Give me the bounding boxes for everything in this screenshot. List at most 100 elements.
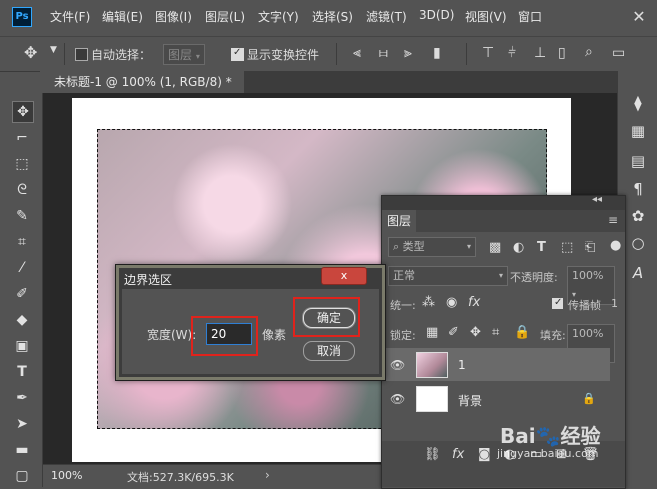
border-selection-dialog: 边界选区 x 宽度(W): 20 像素 确定 取消: [115, 264, 386, 381]
show-transform-checkbox[interactable]: [231, 47, 244, 61]
propagate-label: 传播帧: [568, 299, 601, 312]
menu-3d[interactable]: 3D(D): [419, 8, 454, 22]
move-tool-icon[interactable]: ✥: [12, 101, 34, 123]
dialog-close-button[interactable]: x: [321, 267, 367, 285]
menu-file[interactable]: 文件(F): [50, 8, 90, 25]
document-tab[interactable]: 未标题-1 @ 100% (1, RGB/8) * ×: [40, 71, 244, 111]
glyphs-icon[interactable]: ○: [628, 233, 648, 253]
unify-visibility-icon[interactable]: ◉: [446, 296, 457, 310]
layer-name[interactable]: 背景: [458, 392, 482, 409]
propagate-checkbox[interactable]: [552, 297, 563, 309]
menu-select[interactable]: 选择(S): [312, 8, 353, 25]
eye-icon[interactable]: 👁: [390, 358, 405, 372]
gradient-tool-icon[interactable]: ▣: [12, 336, 32, 356]
collapse-icon[interactable]: ◂◂: [592, 194, 602, 205]
eye-icon[interactable]: 👁: [390, 392, 405, 406]
add-mask-icon[interactable]: ◙: [478, 448, 491, 462]
lock-transparent-icon[interactable]: ▦: [426, 326, 438, 340]
zoom-level[interactable]: 100%: [51, 469, 93, 483]
workspace-icon[interactable]: ▭: [612, 45, 625, 61]
grid-icon[interactable]: ▦: [628, 121, 648, 141]
layer-name[interactable]: 1: [458, 358, 466, 372]
options-bar: ✥ ▼ 自动选择： 图层 ▾ 显示变换控件 ⫷ ⧦ ⫸ ▮ ⊤ ⫩ ⊥ ▯ ⌕ …: [0, 36, 657, 72]
divider: [336, 43, 337, 65]
swatches-icon[interactable]: ✿: [628, 206, 648, 226]
menu-bar: Ps 文件(F) 编辑(E) 图像(I) 图层(L) 文字(Y) 选择(S) 滤…: [0, 0, 657, 33]
menu-view[interactable]: 视图(V): [465, 8, 507, 25]
search-icon: ⌕: [393, 240, 400, 253]
menu-window[interactable]: 窗口: [518, 8, 542, 25]
auto-select-checkbox[interactable]: [75, 48, 88, 61]
auto-select-target-dropdown[interactable]: 图层 ▾: [163, 44, 205, 65]
distribute-horizontal-icon[interactable]: ▮: [433, 45, 441, 61]
distribute-vertical-icon[interactable]: ▯: [558, 45, 566, 61]
dialog-title: 边界选区: [124, 273, 173, 287]
menu-type[interactable]: 文字(Y): [258, 8, 299, 25]
type-filter-icon[interactable]: T: [537, 241, 546, 255]
filter-kind-dropdown[interactable]: ⌕ 类型 ▾: [388, 237, 476, 257]
layer-row-background[interactable]: 👁 背景 🔒: [382, 382, 610, 415]
pen-tool-icon[interactable]: ✒: [12, 388, 32, 408]
eyedropper-tool-icon[interactable]: ⁄: [12, 258, 32, 278]
adjustment-filter-icon[interactable]: ◐: [513, 241, 524, 255]
shape-filter-icon[interactable]: ⬚: [561, 241, 573, 255]
layer-style-icon[interactable]: fx: [452, 448, 464, 462]
lock-artboard-icon[interactable]: ⌗: [492, 326, 499, 340]
eraser-tool-icon[interactable]: ◆: [12, 310, 32, 330]
lock-pixels-icon[interactable]: ✐: [448, 326, 459, 340]
lock-position-icon[interactable]: ✥: [470, 326, 481, 340]
quick-select-tool-icon[interactable]: ✎: [12, 206, 32, 226]
menu-filter[interactable]: 滤镜(T): [366, 8, 407, 25]
unify-style-icon[interactable]: fx: [468, 296, 480, 310]
shape-tool-icon[interactable]: ▬: [12, 440, 32, 460]
unify-position-icon[interactable]: ⁂: [422, 296, 435, 310]
marquee-tool-icon[interactable]: ⬚: [12, 154, 32, 174]
brush-tool-icon[interactable]: ✐: [12, 284, 32, 304]
cancel-button[interactable]: 取消: [303, 341, 355, 361]
document-size: 文档:527.3K/695.3K: [127, 471, 234, 484]
blend-mode-dropdown[interactable]: 正常 ▾: [388, 266, 508, 286]
layers-tab[interactable]: 图层: [382, 210, 416, 232]
status-menu-arrow-icon[interactable]: ›: [265, 468, 270, 482]
align-top-icon[interactable]: ⊤: [482, 45, 494, 61]
path-select-tool-icon[interactable]: ➤: [12, 414, 32, 434]
search-icon[interactable]: ⌕: [585, 44, 593, 60]
crop-tool-icon[interactable]: ⌗: [12, 232, 32, 252]
fill-value: 100%: [572, 327, 604, 340]
type-tool-icon[interactable]: T: [12, 362, 32, 382]
pixel-filter-icon[interactable]: ▩: [489, 241, 501, 255]
align-right-icon[interactable]: ⫸: [404, 45, 412, 61]
chevron-down-icon[interactable]: ▼: [50, 45, 57, 55]
show-transform-label: 显示变换控件: [247, 48, 320, 62]
menu-layer[interactable]: 图层(L): [205, 8, 245, 25]
align-middle-icon[interactable]: ⫩: [508, 45, 516, 61]
close-icon[interactable]: ✕: [627, 6, 651, 28]
properties-icon[interactable]: ▤: [628, 151, 648, 171]
menu-edit[interactable]: 编辑(E): [102, 8, 143, 25]
paragraph-icon[interactable]: ¶: [628, 179, 648, 199]
menu-image[interactable]: 图像(I): [155, 8, 192, 25]
lock-label: 锁定:: [390, 329, 416, 342]
character-icon[interactable]: A: [628, 263, 648, 283]
tools-panel: ✥ ⌐ ⬚ ᘓ ✎ ⌗ ⁄ ✐ ◆ ▣ T ✒ ➤ ▬ ▢: [0, 93, 43, 487]
align-center-icon[interactable]: ⧦: [379, 45, 388, 61]
lock-all-icon[interactable]: 🔒: [514, 326, 530, 340]
hand-tool-icon[interactable]: ▢: [12, 466, 32, 486]
artboard-tool-icon[interactable]: ⌐: [12, 128, 32, 148]
auto-select-label: 自动选择：: [91, 48, 152, 62]
opacity-label: 不透明度:: [510, 271, 558, 284]
watermark-url: jingyan.baidu.com: [497, 447, 599, 460]
layer-row-1[interactable]: 👁 1: [382, 348, 610, 381]
align-left-icon[interactable]: ⫷: [353, 45, 361, 61]
layer-thumbnail: [416, 386, 448, 412]
smart-object-filter-icon[interactable]: ⎗: [585, 241, 595, 255]
filter-toggle-icon[interactable]: ●: [610, 239, 621, 253]
link-layers-icon[interactable]: ⛓: [424, 448, 441, 462]
align-bottom-icon[interactable]: ⊥: [534, 45, 546, 61]
divider: [466, 43, 467, 65]
move-tool-icon[interactable]: ✥: [24, 43, 37, 62]
lasso-tool-icon[interactable]: ᘓ: [12, 180, 32, 200]
panel-menu-icon[interactable]: ≡: [608, 213, 618, 227]
unify-label: 统一:: [390, 299, 416, 312]
3d-icon[interactable]: ⧫: [628, 93, 648, 113]
